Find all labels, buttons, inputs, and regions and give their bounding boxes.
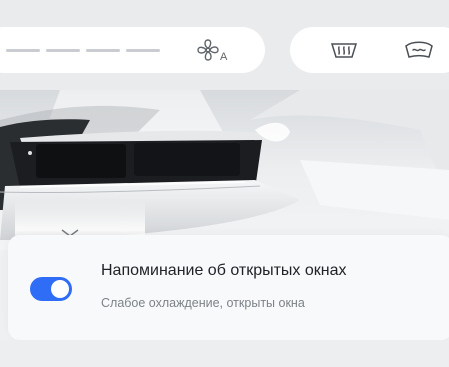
window-reminder-toggle[interactable] bbox=[30, 277, 72, 301]
window-reminder-card: Напоминание об открытых окнах Слабое охл… bbox=[8, 235, 449, 340]
climate-control-bar: A bbox=[0, 0, 449, 90]
fan-auto-icon[interactable]: A bbox=[195, 36, 231, 64]
defrost-controls bbox=[290, 27, 449, 73]
slider-segment bbox=[46, 49, 80, 52]
fan-speed-slider[interactable] bbox=[6, 49, 166, 52]
slider-segment bbox=[86, 49, 120, 52]
slider-segment bbox=[126, 49, 160, 52]
bottom-area bbox=[0, 340, 449, 367]
reminder-title: Напоминание об открытых окнах bbox=[101, 262, 347, 279]
reminder-subtitle: Слабое охлаждение, открыты окна bbox=[101, 296, 305, 310]
toggle-knob bbox=[51, 280, 69, 298]
front-defrost-icon[interactable] bbox=[402, 38, 436, 62]
rear-defrost-icon[interactable] bbox=[328, 38, 360, 62]
slider-segment bbox=[6, 49, 40, 52]
car-interior-image bbox=[0, 90, 449, 250]
fan-speed-control[interactable]: A bbox=[0, 27, 265, 73]
fan-mode-label: A bbox=[220, 51, 228, 63]
